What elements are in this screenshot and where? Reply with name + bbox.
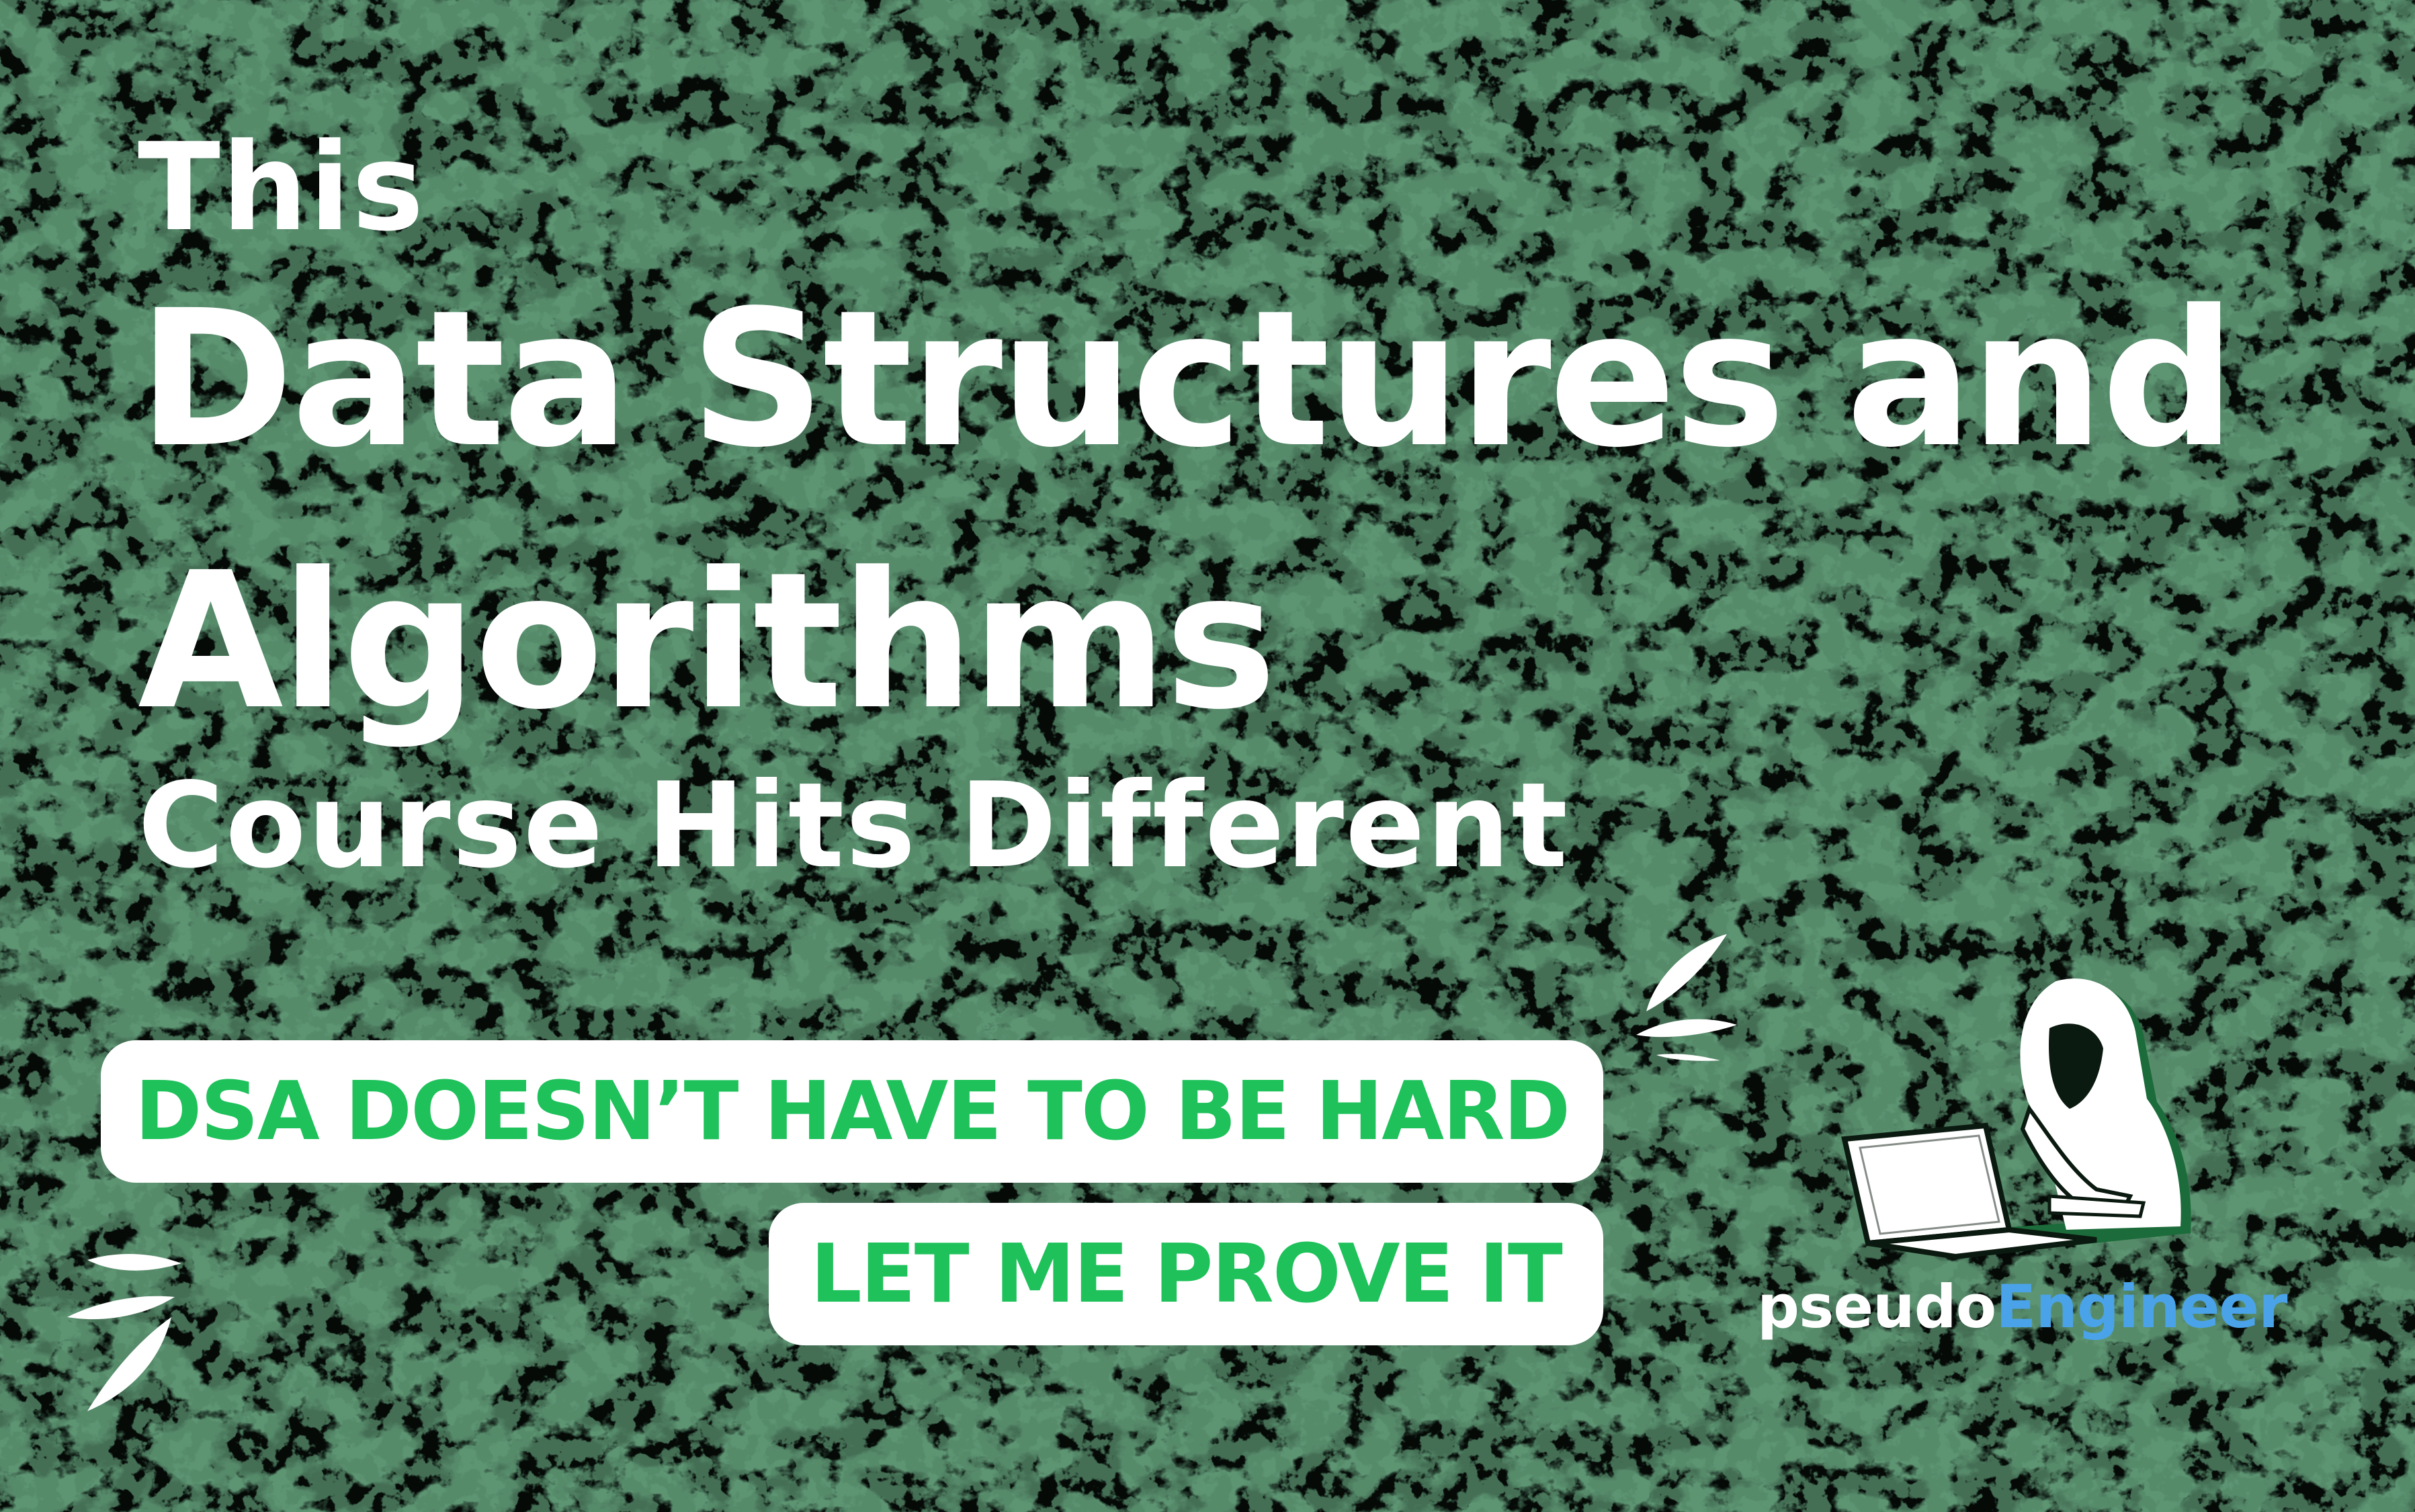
headline-algorithms: Algorithms [138, 532, 1277, 751]
thumbnail-canvas: This Data Structures and Algorithms Cour… [0, 0, 2415, 1512]
tagline-primary-text: DSA DOESN’T HAVE TO BE HARD [134, 1064, 1570, 1159]
headline-course-hits-different: Course Hits Different [138, 758, 1569, 894]
headline-data-structures: Data Structures and [138, 270, 2236, 489]
tagline-pill-primary: DSA DOESN’T HAVE TO BE HARD [101, 1040, 1603, 1183]
hooded-coder-laptop-icon [1841, 978, 2191, 1260]
tagline-secondary-text: LET ME PROVE IT [810, 1227, 1562, 1321]
headline-this: This [138, 118, 425, 258]
tagline-pill-secondary: LET ME PROVE IT [769, 1203, 1603, 1345]
splash-lines-icon [67, 1253, 181, 1411]
brand-logo-text: pseudoEngineer [1757, 1270, 2288, 1344]
brand-text-pseudo: pseudo [1757, 1272, 1996, 1341]
brand-text-engineer: Engineer [1996, 1272, 2287, 1341]
splash-lines-icon [1636, 934, 1737, 1061]
